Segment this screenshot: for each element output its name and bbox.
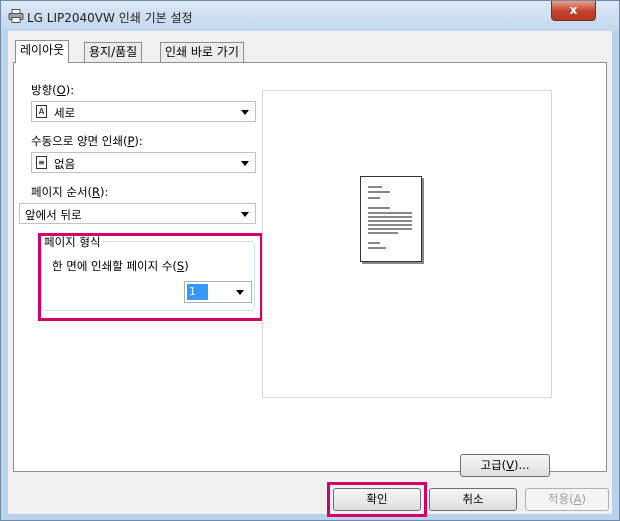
chevron-down-icon [241, 110, 249, 115]
duplex-value: 없음 [54, 157, 76, 171]
page-order-value: 앞에서 뒤로 [25, 208, 82, 222]
title-bar[interactable]: LG LIP2040VW 인쇄 기본 설정 x [1, 1, 619, 31]
page-preview-thumbnail [360, 176, 422, 262]
chevron-down-icon [241, 212, 249, 217]
single-page-icon: ≡ [36, 156, 47, 169]
duplex-label: 수동으로 양면 인쇄(P): [31, 134, 143, 148]
orientation-dropdown[interactable]: A 세로 [31, 101, 256, 122]
window-title: LG LIP2040VW 인쇄 기본 설정 [27, 11, 193, 25]
tab-layout[interactable]: 레이아웃 [15, 40, 70, 63]
portrait-page-icon: A [36, 105, 47, 118]
dialog-client-area: 레이아웃 용지/품질 인쇄 바로 가기 방향(O): A 세로 수동으로 양면 … [8, 31, 612, 517]
ok-button-highlight [327, 482, 427, 517]
orientation-value: 세로 [54, 106, 76, 120]
advanced-button[interactable]: 고급(V)... [460, 454, 550, 477]
page-order-label: 페이지 순서(R): [31, 185, 109, 199]
orientation-label: 방향(O): [31, 83, 75, 97]
close-button[interactable]: x [551, 1, 596, 21]
chevron-down-icon [241, 161, 249, 166]
duplex-dropdown[interactable]: ≡ 없음 [31, 152, 256, 173]
tab-paper-quality[interactable]: 용지/품질 [84, 42, 143, 62]
page-order-dropdown[interactable]: 앞에서 뒤로 [19, 203, 256, 224]
print-preferences-window: LG LIP2040VW 인쇄 기본 설정 x 레이아웃 용지/품질 인쇄 바로… [0, 0, 620, 521]
tab-print-shortcuts[interactable]: 인쇄 바로 가기 [160, 42, 244, 62]
cancel-button[interactable]: 취소 [429, 488, 517, 511]
page-format-highlight [38, 233, 263, 321]
printer-icon [8, 9, 24, 23]
apply-button[interactable]: 적용(A) [525, 488, 609, 511]
layout-tab-panel: 방향(O): A 세로 수동으로 양면 인쇄(P): ≡ 없음 페이지 순서(R… [13, 62, 607, 477]
